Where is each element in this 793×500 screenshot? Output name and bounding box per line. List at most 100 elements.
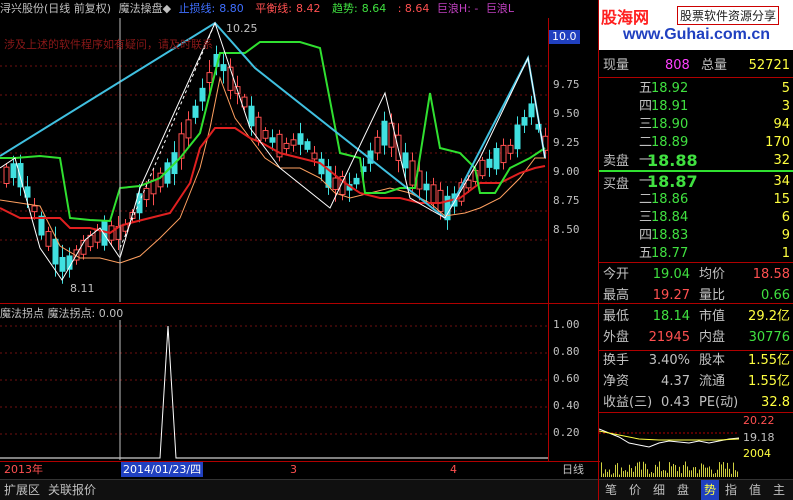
stat-label: PE(动) <box>699 395 739 410</box>
mini-mid: 19.18 <box>743 431 775 444</box>
mini-vol: 2004 <box>743 447 771 460</box>
candle-body <box>206 72 213 83</box>
candle-body <box>486 158 493 168</box>
mini-volume-bar <box>665 470 666 477</box>
mini-volume-bar <box>671 466 672 477</box>
right-tabs: 笔价细盘势指值主 <box>599 479 793 500</box>
buy-level-price: 18.86 <box>651 192 689 207</box>
price-tick-label: 8.75 <box>553 194 580 207</box>
logo-brand: 股海网 <box>601 8 650 27</box>
buy-level-price: 18.87 <box>647 172 698 191</box>
mini-volume-bar <box>707 467 708 477</box>
right-tab[interactable]: 值 <box>749 480 761 500</box>
mini-volume-bar <box>609 469 610 477</box>
quote-panel: 股海网 股票软件资源分享 www.Guhai.com.cn 现量 808 总量 … <box>598 0 793 500</box>
candle-body <box>507 144 514 154</box>
stat-label: 今开 <box>603 267 630 282</box>
price-chart[interactable]: 涉及上述的软件程序如有疑问，请及时联系 10.25 8.11 <box>0 18 548 302</box>
sell-level-row: 四 18.91 3 <box>599 98 793 116</box>
candle-body <box>514 124 521 150</box>
month-3-label: 3 <box>290 463 297 476</box>
candle-body <box>311 152 318 160</box>
period-label[interactable]: 日线 <box>562 462 584 477</box>
stat-row: 收益(三) 0.43 PE(动) 32.8 <box>599 394 793 412</box>
candlesticks <box>3 45 548 284</box>
mini-chart[interactable]: 20.22 19.18 2004 <box>598 412 793 478</box>
mini-volume-bar <box>729 468 730 477</box>
right-tab[interactable]: 主 <box>773 480 785 500</box>
right-tab[interactable]: 笔 <box>605 480 617 500</box>
candle-body <box>521 117 528 126</box>
stat-value: 29.2亿 <box>748 309 790 324</box>
balance-label: 平衡线: 8.42 <box>255 2 324 15</box>
indicator-value: 魔法拐点: 0.00 <box>47 307 124 320</box>
candle-body <box>45 231 52 247</box>
right-tab[interactable]: 势 <box>701 480 720 500</box>
buy-level-row: 四 18.83 9 <box>599 227 793 245</box>
right-tab[interactable]: 价 <box>629 480 641 500</box>
stat-row: 外盘 21945 内盘 30776 <box>599 329 793 347</box>
mini-volume-bar <box>685 461 686 477</box>
buy-level-row: 五 18.77 1 <box>599 245 793 263</box>
mini-volume-bar <box>691 470 692 477</box>
candle-body <box>332 177 339 190</box>
stat-label: 最高 <box>603 288 630 303</box>
candle-body <box>10 163 17 179</box>
buy-level-price: 18.84 <box>651 210 689 225</box>
mini-volume-bar <box>703 464 704 477</box>
candle-body <box>409 160 416 186</box>
stat-value: 32.8 <box>761 395 790 410</box>
stat-label: 市值 <box>699 309 726 324</box>
right-tab[interactable]: 指 <box>725 480 737 500</box>
mini-volume-bar <box>677 471 678 477</box>
tab-extension[interactable]: 扩展区 <box>4 480 40 500</box>
mini-volume-bar <box>679 466 680 477</box>
mini-volume-bar <box>697 473 698 477</box>
price-tick-label: 9.50 <box>553 107 580 120</box>
buy-level-volume: 34 <box>773 174 790 189</box>
stat-label: 收益(三) <box>603 395 653 410</box>
trend-value: 8.64 <box>361 2 387 15</box>
candle-body <box>31 205 38 213</box>
stat-value: 3.40% <box>648 353 690 368</box>
site-logo: 股海网 股票软件资源分享 www.Guhai.com.cn <box>599 0 793 50</box>
mini-volume-bar <box>635 466 636 477</box>
indicator-chart[interactable] <box>0 320 548 460</box>
current-volume-value: 808 <box>665 58 690 73</box>
stat-value: 18.58 <box>752 267 790 282</box>
mini-volume-bar <box>717 469 718 477</box>
candle-body <box>94 229 101 243</box>
price-axis: 10.0 9.75 9.50 9.25 9.00 8.75 8.50 1.00 0.80 0.… <box>548 18 598 461</box>
indicator-name[interactable]: 魔法操盘◆ <box>119 2 171 15</box>
stat-label: 量比 <box>699 288 726 303</box>
right-tab[interactable]: 盘 <box>677 480 689 500</box>
stat-label: 股本 <box>699 353 726 368</box>
indicator-tick-label: 0.60 <box>553 372 580 385</box>
tab-related-quote[interactable]: 关联报价 <box>48 480 96 500</box>
buy-level-volume: 6 <box>781 210 790 225</box>
mini-volume-bar <box>713 473 714 477</box>
stat-value: 30776 <box>748 330 790 345</box>
candle-body <box>220 64 227 72</box>
stat-label: 均价 <box>699 267 726 282</box>
current-volume-label: 现量 <box>603 58 630 73</box>
indicator-tick-label: 0.20 <box>553 426 580 439</box>
bottom-tabs: 扩展区 关联报价 <box>0 479 600 500</box>
mini-volume-bar <box>649 473 650 477</box>
stat-label: 换手 <box>603 353 630 368</box>
candle-body <box>381 120 388 146</box>
mini-volume-bar <box>659 461 660 477</box>
buy-level-volume: 9 <box>781 228 790 243</box>
total-volume-value: 52721 <box>748 58 790 73</box>
stat-value: 21945 <box>648 330 690 345</box>
mini-volume-bar <box>619 474 620 477</box>
mini-volume-bar <box>647 469 648 477</box>
candle-body <box>290 139 297 146</box>
indicator-grid <box>0 325 548 435</box>
mini-volume-bar <box>731 473 732 477</box>
candle-body <box>38 215 45 236</box>
mini-volume-bar <box>669 462 670 477</box>
mini-volume-bar <box>657 466 658 477</box>
right-tab[interactable]: 细 <box>653 480 665 500</box>
candle-body <box>528 103 535 118</box>
